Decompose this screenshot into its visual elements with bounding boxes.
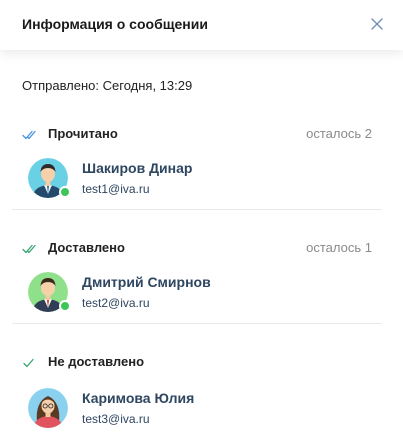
user-name: Каримова Юлия <box>82 390 195 406</box>
user-name: Дмитрий Смирнов <box>82 274 211 290</box>
double-check-icon <box>22 128 38 146</box>
section-title: Не доставлено <box>48 354 145 369</box>
close-button[interactable] <box>367 14 387 34</box>
online-status-dot <box>59 186 71 198</box>
close-icon <box>371 18 383 30</box>
user-email: test3@iva.ru <box>82 412 150 426</box>
user-list-item[interactable]: Каримова Юлия test3@iva.ru <box>12 384 382 440</box>
avatar <box>28 388 68 428</box>
online-status-dot <box>59 300 71 312</box>
section-read-header: Прочитано осталось 2 <box>22 124 382 144</box>
check-icon <box>22 356 38 374</box>
section-not-delivered-header: Не доставлено <box>22 352 382 372</box>
user-list-item[interactable]: Шакиров Динар test1@iva.ru <box>12 154 382 210</box>
user-email: test2@iva.ru <box>82 296 150 310</box>
section-title: Прочитано <box>48 126 118 141</box>
user-name: Шакиров Динар <box>82 160 193 176</box>
user-email: test1@iva.ru <box>82 182 150 196</box>
sent-time: Сегодня, 13:29 <box>102 78 193 93</box>
user-list-item[interactable]: Дмитрий Смирнов test2@iva.ru <box>12 268 382 324</box>
sent-label: Отправлено: <box>22 78 100 93</box>
dialog-header: Информация о сообщении <box>0 0 403 50</box>
double-check-icon <box>22 242 38 260</box>
section-title: Доставлено <box>48 240 125 255</box>
dialog-title: Информация о сообщении <box>22 16 208 32</box>
sent-info: Отправлено: Сегодня, 13:29 <box>22 78 192 93</box>
remaining-count: осталось 1 <box>306 240 372 255</box>
remaining-count: осталось 2 <box>306 126 372 141</box>
section-delivered-header: Доставлено осталось 1 <box>22 238 382 258</box>
